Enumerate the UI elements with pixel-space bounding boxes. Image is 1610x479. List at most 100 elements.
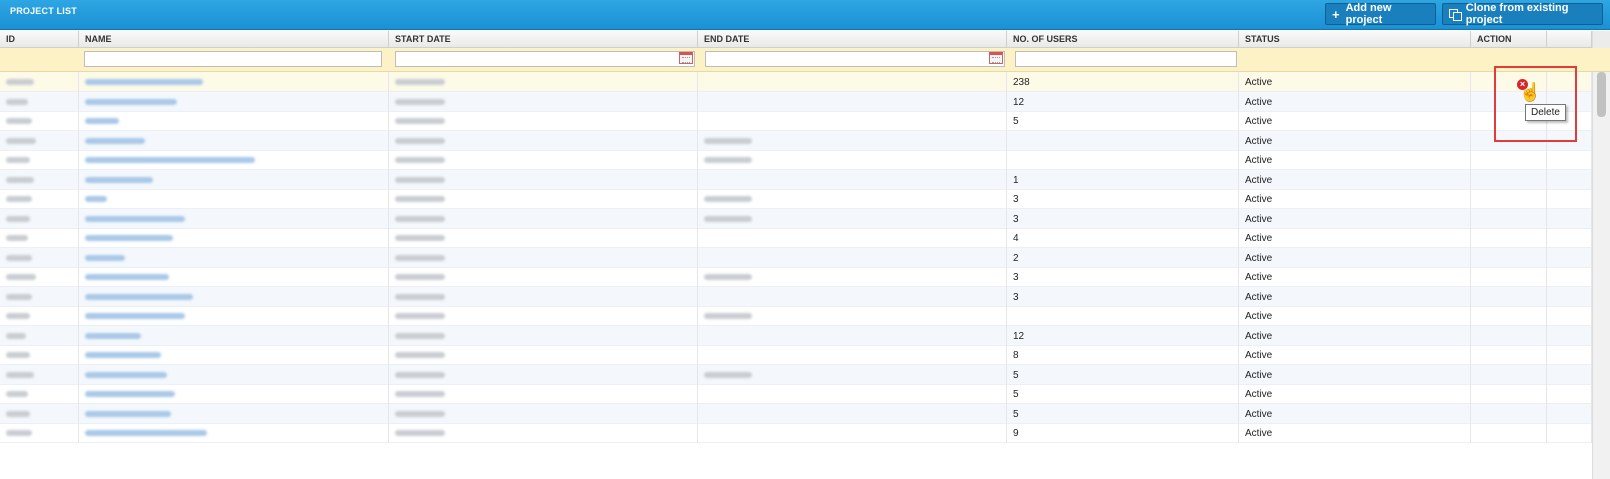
cell-name[interactable] <box>79 286 389 307</box>
cell-id <box>0 91 79 112</box>
cell-name[interactable] <box>79 228 389 248</box>
table-row[interactable]: 5 Active <box>0 403 1592 424</box>
redacted-name-link[interactable] <box>85 371 167 378</box>
redacted-name-link[interactable] <box>85 430 207 436</box>
cell-name[interactable] <box>79 423 389 443</box>
cell-status: Active <box>1239 286 1471 307</box>
table-row[interactable]: 5 Active <box>0 384 1592 404</box>
name-filter-input[interactable] <box>84 51 382 67</box>
clone-project-button[interactable]: Clone from existing project <box>1442 2 1603 26</box>
header-users[interactable]: NO. OF USERS <box>1007 31 1239 48</box>
table-row[interactable]: 3 Active <box>0 267 1592 287</box>
cell-status: Active <box>1239 345 1471 365</box>
cell-name[interactable] <box>79 150 389 170</box>
cell-end-date <box>698 306 1007 326</box>
redacted-start-date <box>395 215 445 222</box>
table-row[interactable]: 2 Active <box>0 247 1592 268</box>
cell-action <box>1471 286 1547 307</box>
redacted-name-link[interactable] <box>85 176 153 183</box>
cell-name[interactable] <box>79 345 389 365</box>
redacted-name-link[interactable] <box>85 293 193 300</box>
redacted-name-link[interactable] <box>85 196 107 202</box>
cell-name[interactable] <box>79 169 389 190</box>
cell-spacer <box>1547 403 1592 424</box>
cell-name[interactable] <box>79 247 389 268</box>
table-row[interactable]: Active <box>0 306 1592 326</box>
redacted-end-date <box>704 215 752 222</box>
cell-users: 12 <box>1007 325 1239 346</box>
redacted-name-link[interactable] <box>85 410 171 417</box>
cell-name[interactable] <box>79 189 389 209</box>
users-filter-input[interactable] <box>1015 51 1237 67</box>
cell-end-date <box>698 325 1007 346</box>
cell-name[interactable] <box>79 364 389 385</box>
redacted-name-link[interactable] <box>85 79 203 85</box>
redacted-start-date <box>395 137 445 144</box>
redacted-id <box>6 332 26 339</box>
header-id[interactable]: ID <box>0 31 79 48</box>
table-row[interactable]: 5 Active <box>0 364 1592 385</box>
redacted-name-link[interactable] <box>85 98 177 105</box>
table-row[interactable]: 8 Active <box>0 345 1592 365</box>
redacted-name-link[interactable] <box>85 235 173 241</box>
redacted-name-link[interactable] <box>85 391 175 397</box>
table-row[interactable]: 4 Active <box>0 228 1592 248</box>
cell-start-date <box>389 325 698 346</box>
cell-id <box>0 150 79 170</box>
cell-spacer <box>1547 423 1592 443</box>
cell-spacer <box>1547 364 1592 385</box>
table-row[interactable]: 3 Active <box>0 208 1592 229</box>
table-row[interactable]: 3 Active <box>0 189 1592 209</box>
redacted-name-link[interactable] <box>85 118 119 124</box>
table-row[interactable]: 9 Active <box>0 423 1592 443</box>
redacted-name-link[interactable] <box>85 254 125 261</box>
cell-name[interactable] <box>79 208 389 229</box>
redacted-start-date <box>395 176 445 183</box>
cell-action <box>1471 325 1547 346</box>
header-start-date[interactable]: START DATE <box>389 31 698 48</box>
calendar-icon[interactable] <box>679 52 693 64</box>
cell-name[interactable] <box>79 267 389 287</box>
cell-id <box>0 228 79 248</box>
table-row[interactable]: 238 Active <box>0 72 1592 92</box>
calendar-icon[interactable] <box>989 52 1003 64</box>
redacted-name-link[interactable] <box>85 274 169 280</box>
delete-tooltip: Delete <box>1525 104 1566 121</box>
cell-name[interactable] <box>79 384 389 404</box>
table-row[interactable]: 3 Active <box>0 286 1592 307</box>
end-date-filter-input[interactable] <box>705 51 1005 67</box>
redacted-name-link[interactable] <box>85 352 161 358</box>
table-row[interactable]: Active <box>0 130 1592 151</box>
scrollbar-thumb[interactable] <box>1597 72 1606 117</box>
cell-name[interactable] <box>79 72 389 92</box>
cell-name[interactable] <box>79 306 389 326</box>
redacted-name-link[interactable] <box>85 332 141 339</box>
vertical-scrollbar[interactable] <box>1592 72 1610 479</box>
cell-name[interactable] <box>79 403 389 424</box>
redacted-id <box>6 391 28 397</box>
redacted-name-link[interactable] <box>85 137 145 144</box>
cell-end-date <box>698 364 1007 385</box>
table-row[interactable]: 5 Active <box>0 111 1592 131</box>
cell-status: Active <box>1239 384 1471 404</box>
cell-end-date <box>698 91 1007 112</box>
table-row[interactable]: 12 Active <box>0 91 1592 112</box>
add-project-button[interactable]: + Add new project <box>1325 2 1436 26</box>
table-row[interactable]: Active <box>0 150 1592 170</box>
table-row[interactable]: 1 Active <box>0 169 1592 190</box>
start-date-filter-input[interactable] <box>395 51 695 67</box>
cell-name[interactable] <box>79 130 389 151</box>
cell-name[interactable] <box>79 325 389 346</box>
redacted-name-link[interactable] <box>85 157 255 163</box>
redacted-name-link[interactable] <box>85 215 185 222</box>
cell-name[interactable] <box>79 111 389 131</box>
header-name[interactable]: NAME <box>79 31 389 48</box>
cell-start-date <box>389 91 698 112</box>
cell-name[interactable] <box>79 91 389 112</box>
header-end-date[interactable]: END DATE <box>698 31 1007 48</box>
cell-id <box>0 345 79 365</box>
header-status[interactable]: STATUS <box>1239 31 1471 48</box>
cell-id <box>0 208 79 229</box>
redacted-name-link[interactable] <box>85 313 185 319</box>
table-row[interactable]: 12 Active <box>0 325 1592 346</box>
